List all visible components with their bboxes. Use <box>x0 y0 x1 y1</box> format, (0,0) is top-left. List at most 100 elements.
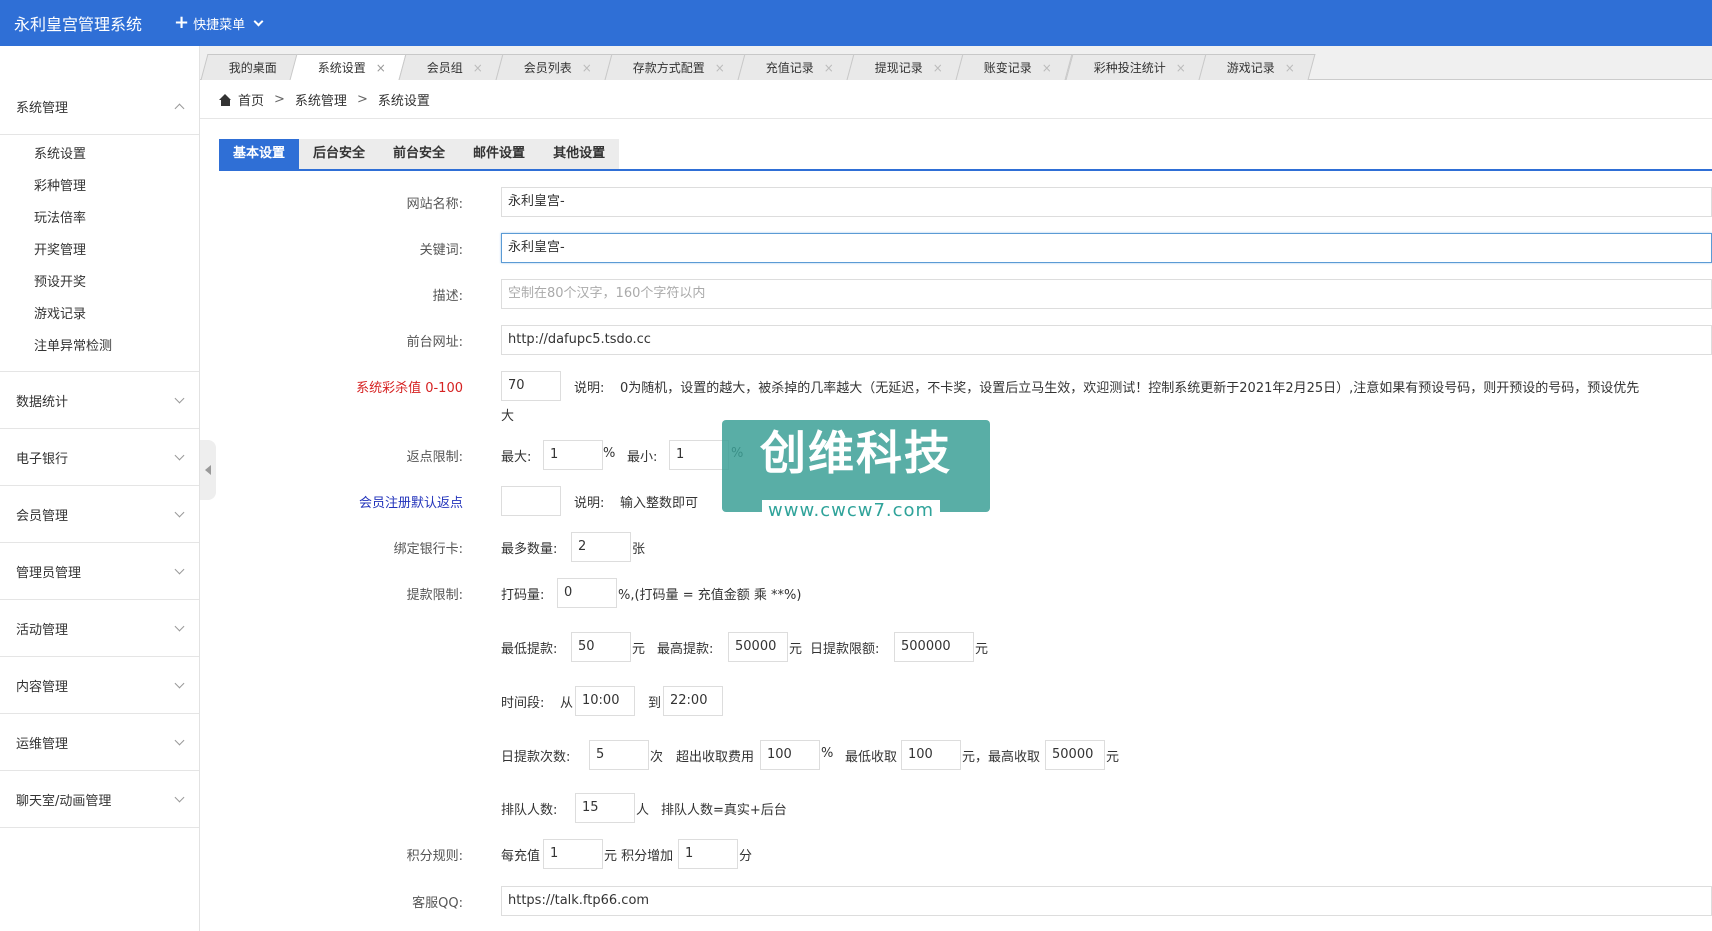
sidebar: 系统管理 系统设置 彩种管理 玩法倍率 开奖管理 预设开奖 游戏记录 注单异常检… <box>0 46 200 931</box>
sidebar-group-header-members[interactable]: 会员管理 <box>0 486 199 542</box>
close-icon[interactable]: × <box>1175 61 1185 75</box>
points-add-input[interactable]: 1 <box>678 839 738 869</box>
sidebar-group-label: 电子银行 <box>16 451 69 467</box>
close-icon[interactable]: × <box>715 61 725 75</box>
quick-menu-button[interactable]: + 快捷菜单 <box>174 12 264 33</box>
plus-icon: + <box>174 12 190 33</box>
member-rebate-input[interactable] <box>501 486 561 516</box>
sidebar-group-header-system[interactable]: 系统管理 <box>0 46 199 134</box>
max-fee-label: 元，最高收取 <box>962 750 1041 765</box>
rebate-min-input[interactable]: 1 <box>669 440 729 470</box>
chevron-down-icon <box>253 16 264 27</box>
tab-balance-records[interactable]: 账变记录 × <box>956 54 1074 80</box>
tab-withdraw-records[interactable]: 提现记录 × <box>846 54 964 80</box>
points-per-input[interactable]: 1 <box>543 839 603 869</box>
front-url-label: 前台网址: <box>406 335 463 350</box>
tab-lottery-bet-stats[interactable]: 彩种投注统计 × <box>1065 54 1207 80</box>
sidebar-group-label: 聊天室/动画管理 <box>16 793 112 809</box>
tab-frontend-security[interactable]: 前台安全 <box>379 139 460 169</box>
tab-mail-settings[interactable]: 邮件设置 <box>459 139 540 169</box>
points-rule-label: 积分规则: <box>406 849 463 864</box>
sidebar-group-header-ebank[interactable]: 电子银行 <box>0 429 199 485</box>
daily-limit-input[interactable]: 500000 <box>894 632 974 662</box>
tab-desktop[interactable]: 我的桌面 <box>200 54 298 80</box>
close-icon[interactable]: × <box>582 61 592 75</box>
close-icon[interactable]: × <box>473 61 483 75</box>
tab-backend-security[interactable]: 后台安全 <box>299 139 380 169</box>
breadcrumb-home[interactable]: 首页 <box>238 90 264 109</box>
bind-card-label: 绑定银行卡: <box>393 542 463 557</box>
breadcrumb-level1[interactable]: 系统管理 <box>295 90 347 109</box>
close-icon[interactable]: × <box>1284 61 1294 75</box>
sidebar-item-game-records[interactable]: 游戏记录 <box>0 299 199 331</box>
tab-basic-settings[interactable]: 基本设置 <box>219 139 300 169</box>
front-url-input[interactable]: http://dafupc5.tsdo.cc <box>501 325 1712 355</box>
close-icon[interactable]: × <box>376 61 386 75</box>
tab-deposit-config[interactable]: 存款方式配置 × <box>604 54 746 80</box>
sidebar-item-system-settings[interactable]: 系统设置 <box>0 139 199 171</box>
close-icon[interactable]: × <box>933 61 943 75</box>
rebate-min-label: 最小: <box>627 450 658 465</box>
sidebar-item-preset-draw[interactable]: 预设开奖 <box>0 267 199 299</box>
max-withdraw-input[interactable]: 50000 <box>728 632 788 662</box>
points-unit: 分 <box>739 849 753 864</box>
home-icon <box>219 93 232 106</box>
sidebar-group-activities: 活动管理 <box>0 600 199 657</box>
sidebar-group-header-ops[interactable]: 运维管理 <box>0 714 199 770</box>
top-bar: 永利皇宫管理系统 + 快捷菜单 <box>0 0 1712 46</box>
max-withdraw-unit: 元 <box>789 642 803 657</box>
tab-recharge-records[interactable]: 充值记录 × <box>737 54 855 80</box>
sidebar-item-bet-anomaly[interactable]: 注单异常检测 <box>0 331 199 363</box>
tab-label: 充值记录 <box>766 61 815 75</box>
sidebar-group-header-activities[interactable]: 活动管理 <box>0 600 199 656</box>
min-withdraw-unit: 元 <box>632 642 646 657</box>
daily-count-label: 日提款次数: <box>501 750 571 765</box>
description-input[interactable]: 空制在80个汉字，160个字符以内 <box>501 279 1712 309</box>
tab-member-list[interactable]: 会员列表 × <box>495 54 613 80</box>
sidebar-collapse-handle[interactable] <box>200 440 216 500</box>
sidebar-item-play-odds[interactable]: 玩法倍率 <box>0 203 199 235</box>
chevron-down-icon <box>174 564 185 574</box>
bind-card-unit: 张 <box>632 542 646 557</box>
bind-card-max-input[interactable]: 2 <box>571 532 631 562</box>
close-icon[interactable]: × <box>1042 61 1052 75</box>
sidebar-group-label: 管理员管理 <box>16 565 82 581</box>
max-fee-input[interactable]: 50000 <box>1045 740 1105 770</box>
tab-member-groups[interactable]: 会员组 × <box>398 54 504 80</box>
tab-game-records[interactable]: 游戏记录 × <box>1198 54 1316 80</box>
tab-other-settings[interactable]: 其他设置 <box>539 139 620 169</box>
breadcrumb: 首页 > 系统管理 > 系统设置 <box>219 90 430 109</box>
sidebar-group-header-content[interactable]: 内容管理 <box>0 657 199 713</box>
divider <box>200 118 1712 119</box>
sidebar-group-header-stats[interactable]: 数据统计 <box>0 372 199 428</box>
app-title: 永利皇宫管理系统 <box>14 15 143 34</box>
min-fee-input[interactable]: 100 <box>901 740 961 770</box>
tab-system-settings[interactable]: 系统设置 × <box>289 54 407 80</box>
bet-amount-label: 打码量: <box>501 588 545 603</box>
sidebar-group-admins: 管理员管理 <box>0 543 199 600</box>
keywords-input[interactable]: 永利皇宫- <box>501 233 1712 263</box>
tab-label: 彩种投注统计 <box>1093 61 1166 75</box>
min-withdraw-input[interactable]: 50 <box>571 632 631 662</box>
kill-rate-input[interactable]: 70 <box>501 371 561 401</box>
rebate-max-input[interactable]: 1 <box>543 440 603 470</box>
queue-input[interactable]: 15 <box>575 793 635 823</box>
site-name-input[interactable]: 永利皇宫- <box>501 187 1712 217</box>
sidebar-item-draw-management[interactable]: 开奖管理 <box>0 235 199 267</box>
tab-label: 游戏记录 <box>1226 61 1275 75</box>
kill-rate-note-prefix: 说明: <box>574 381 605 396</box>
sidebar-group-header-admins[interactable]: 管理员管理 <box>0 543 199 599</box>
bet-amount-input[interactable]: 0 <box>557 578 617 608</box>
time-to-input[interactable]: 22:00 <box>663 686 723 716</box>
sidebar-group-header-chat[interactable]: 聊天室/动画管理 <box>0 771 199 827</box>
daily-count-input[interactable]: 5 <box>589 740 649 770</box>
qq-input[interactable]: https://talk.ftp66.com <box>501 886 1712 916</box>
close-icon[interactable]: × <box>824 61 834 75</box>
bet-amount-note: %,(打码量 = 充值金额 乘 **%) <box>618 588 802 603</box>
daily-count-unit: 次 <box>650 750 664 765</box>
sidebar-group-label: 会员管理 <box>16 508 69 524</box>
fee-input[interactable]: 100 <box>760 740 820 770</box>
sidebar-item-lottery-types[interactable]: 彩种管理 <box>0 171 199 203</box>
time-from-input[interactable]: 10:00 <box>575 686 635 716</box>
tab-label: 系统设置 <box>317 61 366 75</box>
